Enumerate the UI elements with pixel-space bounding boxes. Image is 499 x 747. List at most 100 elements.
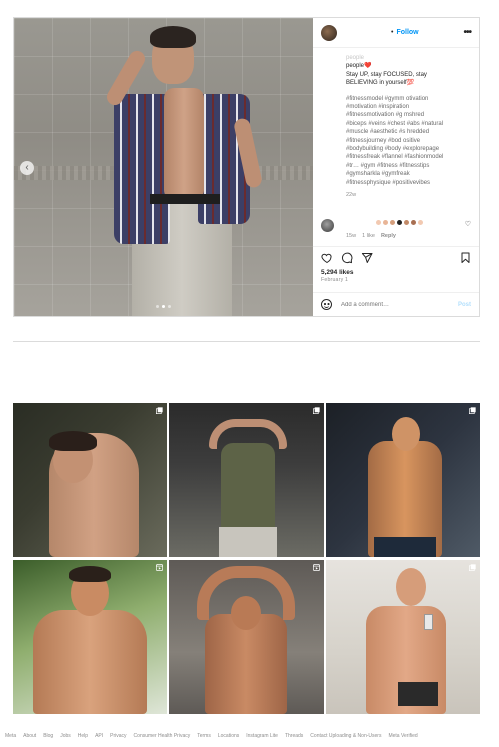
thumb-pants — [219, 527, 277, 557]
heart-emoji — [418, 220, 423, 225]
grid-post[interactable] — [13, 403, 167, 557]
thumb-shorts — [398, 682, 438, 706]
post-card: ‹ • Follow ••• people people❤️ Stay UP, … — [13, 17, 480, 317]
share-paper-plane-icon[interactable] — [361, 252, 373, 264]
thumb-head — [392, 417, 420, 451]
caption: people people❤️ Stay UP, stay FOCUSED, s… — [313, 48, 479, 216]
comment-bubble-icon[interactable] — [341, 252, 353, 264]
reply-button[interactable]: Reply — [381, 233, 396, 239]
footer-link[interactable]: Meta Verified — [388, 733, 417, 739]
carousel-icon — [469, 407, 476, 414]
grid-post[interactable] — [169, 403, 324, 557]
carousel-dots — [156, 305, 171, 308]
footer-link[interactable]: Instagram Lite — [246, 733, 278, 739]
hashtag-line[interactable]: #muscle #aesthetic #s hredded — [346, 128, 469, 136]
post-comment-button[interactable]: Post — [458, 302, 471, 308]
caption-line: Stay UP, stay FOCUSED, stay — [346, 71, 427, 78]
more-options-icon[interactable]: ••• — [463, 27, 471, 38]
footer-link[interactable]: Meta — [5, 733, 16, 739]
footer-links: Meta About Blog Jobs Help API Privacy Consumer … — [5, 733, 495, 739]
thumb-arms — [209, 419, 287, 449]
heart-emoji — [390, 220, 395, 225]
follow-button[interactable]: Follow — [396, 29, 418, 36]
figure-waistband — [150, 194, 220, 204]
carousel-icon — [313, 407, 320, 414]
comment-meta: 15w 1 like Reply — [346, 233, 396, 239]
reels-icon — [313, 564, 320, 571]
separator-dot: • — [391, 29, 394, 36]
comment-likes[interactable]: 1 like — [362, 233, 375, 239]
heart-emoji — [397, 220, 402, 225]
grid-post[interactable] — [326, 403, 480, 557]
carousel-icon — [156, 407, 163, 414]
carousel-prev-button[interactable]: ‹ — [20, 161, 34, 175]
hashtag-line[interactable]: #fitnessphysique #positivevibes — [346, 179, 469, 187]
caption-faded-line: people — [346, 55, 365, 61]
emoji-smile-icon[interactable] — [321, 299, 332, 310]
save-bookmark-icon[interactable] — [460, 252, 471, 264]
commenter-avatar[interactable] — [321, 219, 334, 232]
thumb-phone — [424, 614, 433, 630]
thumb-shorts — [374, 537, 436, 557]
action-bar — [313, 246, 479, 268]
section-divider — [13, 341, 480, 342]
hashtag-line[interactable]: #fitnessfreak #flannel #fashionmodel — [346, 153, 469, 161]
more-posts-grid — [13, 403, 480, 714]
footer-link[interactable]: Locations — [218, 733, 239, 739]
carousel-dot — [156, 305, 159, 308]
figure-shirt-left — [114, 94, 170, 244]
like-count[interactable]: 5,294 likes — [313, 268, 479, 277]
footer-link[interactable]: Jobs — [60, 733, 71, 739]
footer-link[interactable]: API — [95, 733, 103, 739]
footer-link[interactable]: Consumer Health Privacy — [134, 733, 191, 739]
footer-link[interactable]: Terms — [197, 733, 211, 739]
grid-post[interactable] — [13, 560, 167, 714]
heart-emoji — [404, 220, 409, 225]
caption-line: people❤️ — [346, 63, 372, 70]
footer-link[interactable]: Privacy — [110, 733, 126, 739]
comment-like-heart-icon[interactable]: ♡ — [465, 220, 471, 228]
comment-time: 15w — [346, 233, 357, 239]
carousel-dot — [162, 305, 165, 308]
carousel-dot — [168, 305, 171, 308]
comment-input[interactable] — [341, 301, 458, 308]
hashtag-line[interactable]: #gymsharkla #gymfreak — [346, 170, 469, 178]
carousel-icon — [469, 564, 476, 571]
hashtag-line[interactable]: #tr… #gym #fitness #fitnesstips — [346, 162, 469, 170]
hashtag-line[interactable]: #fitnessmodel #gymm otivation — [346, 95, 469, 103]
thumb-head — [396, 568, 426, 606]
author-avatar[interactable] — [321, 24, 337, 41]
thumb-head — [231, 596, 261, 630]
post-date: February 1 — [321, 277, 349, 283]
hashtag-line[interactable]: #fitnessjourney #bod ositive — [346, 137, 469, 145]
footer-link[interactable]: Threads — [285, 733, 303, 739]
footer-link[interactable]: About — [23, 733, 36, 739]
caption-line: BELIEVING in yourself💯 — [346, 80, 415, 87]
hashtag-line[interactable]: #motivation #inspiration — [346, 103, 469, 111]
footer-link[interactable]: Help — [78, 733, 88, 739]
post-image[interactable]: ‹ — [14, 18, 313, 316]
caption-age: 22w — [346, 192, 357, 199]
figure-hair — [150, 26, 196, 48]
comment-row: ♡ 15w 1 like Reply — [313, 216, 479, 242]
grid-post[interactable] — [169, 560, 324, 714]
footer-link[interactable]: Contact Uploading & Non-Users — [310, 733, 381, 739]
hashtag-line[interactable]: #bodybuilding #body #explorepage — [346, 145, 469, 153]
figure-torso — [164, 88, 204, 200]
hashtag-line[interactable]: #biceps #veins #chest #abs #natural — [346, 120, 469, 128]
grid-post[interactable] — [326, 560, 480, 714]
hashtag-list: #fitnessmodel #gymm otivation #motivatio… — [346, 95, 469, 187]
thumb-figure — [33, 610, 147, 714]
footer-link[interactable]: Blog — [43, 733, 53, 739]
post-panel: • Follow ••• people people❤️ Stay UP, st… — [313, 18, 479, 316]
like-heart-icon[interactable] — [321, 252, 333, 264]
comment-emoji-hearts — [376, 220, 423, 225]
reels-icon — [156, 564, 163, 571]
hashtag-line[interactable]: #fitnessmotivation #g mshred — [346, 111, 469, 119]
post-header: • Follow ••• — [313, 18, 479, 48]
add-comment-bar: Post — [313, 292, 479, 316]
thumb-hair — [69, 566, 111, 582]
thumb-hair — [49, 431, 97, 451]
heart-emoji — [376, 220, 381, 225]
heart-emoji — [411, 220, 416, 225]
